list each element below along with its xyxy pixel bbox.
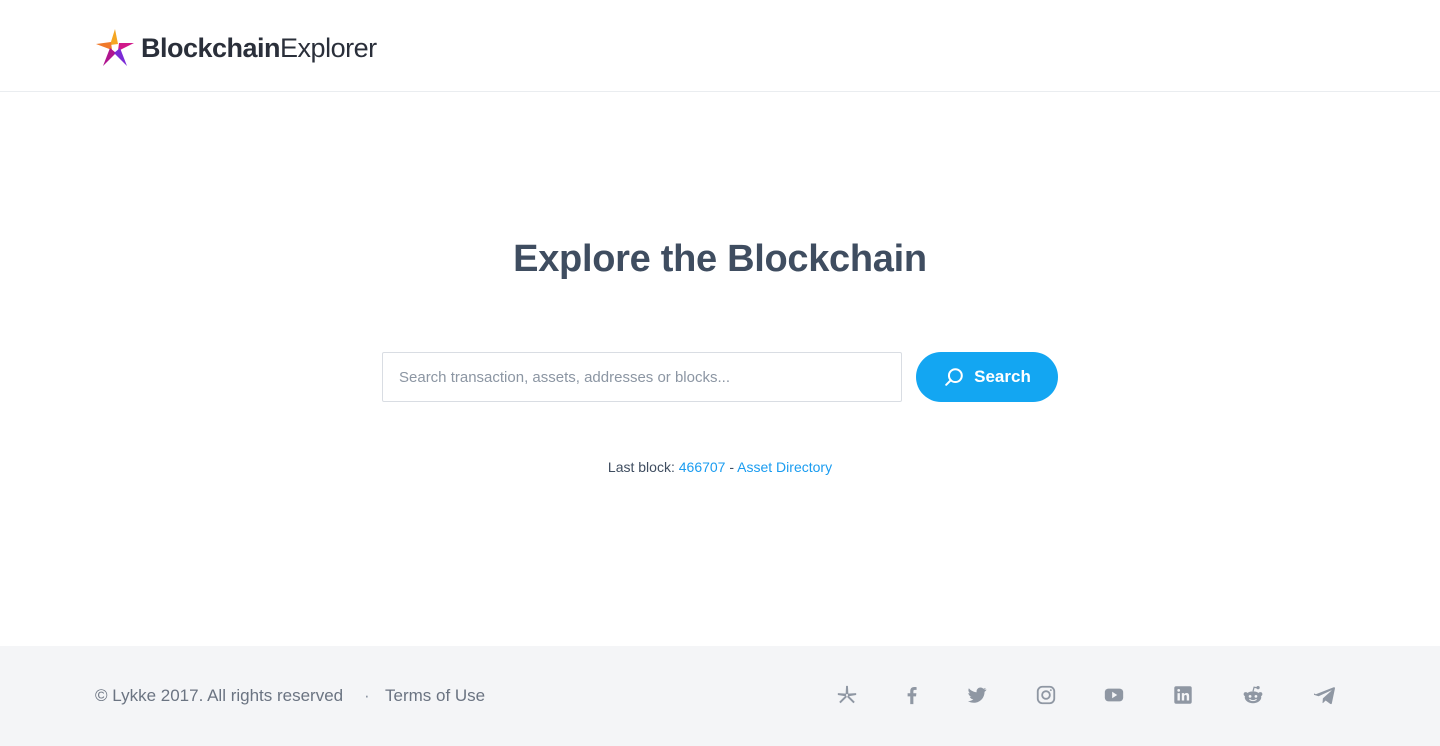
brand-name: BlockchainExplorer (141, 33, 377, 63)
reddit-icon[interactable] (1241, 683, 1265, 707)
last-block-link[interactable]: 466707 (679, 459, 726, 475)
copyright-text: © Lykke 2017. All rights reserved (95, 686, 344, 705)
logo-link[interactable]: BlockchainExplorer (95, 28, 377, 68)
facebook-icon[interactable] (900, 683, 924, 707)
lykke-icon[interactable] (835, 683, 859, 707)
linkedin-icon[interactable] (1171, 683, 1195, 707)
header: BlockchainExplorer (0, 0, 1440, 92)
twitter-icon[interactable] (965, 683, 989, 707)
search-input[interactable] (382, 352, 902, 402)
search-icon (943, 366, 965, 388)
page-title: Explore the Blockchain (513, 238, 927, 280)
telegram-icon[interactable] (1313, 683, 1337, 707)
footer-separator: · (364, 686, 370, 705)
terms-of-use-link[interactable]: Terms of Use (385, 686, 485, 706)
search-button-label: Search (974, 367, 1031, 386)
last-block-line: Last block: 466707 - Asset Directory (0, 459, 1440, 475)
search-button[interactable]: Search (916, 352, 1058, 402)
last-block-label: Last block: (607, 459, 675, 475)
youtube-icon[interactable] (1102, 683, 1126, 707)
logo-star-icon (96, 29, 134, 66)
asset-directory-link[interactable]: Asset Directory (737, 459, 832, 475)
instagram-icon[interactable] (1034, 683, 1058, 707)
meta-separator: - (729, 459, 735, 475)
